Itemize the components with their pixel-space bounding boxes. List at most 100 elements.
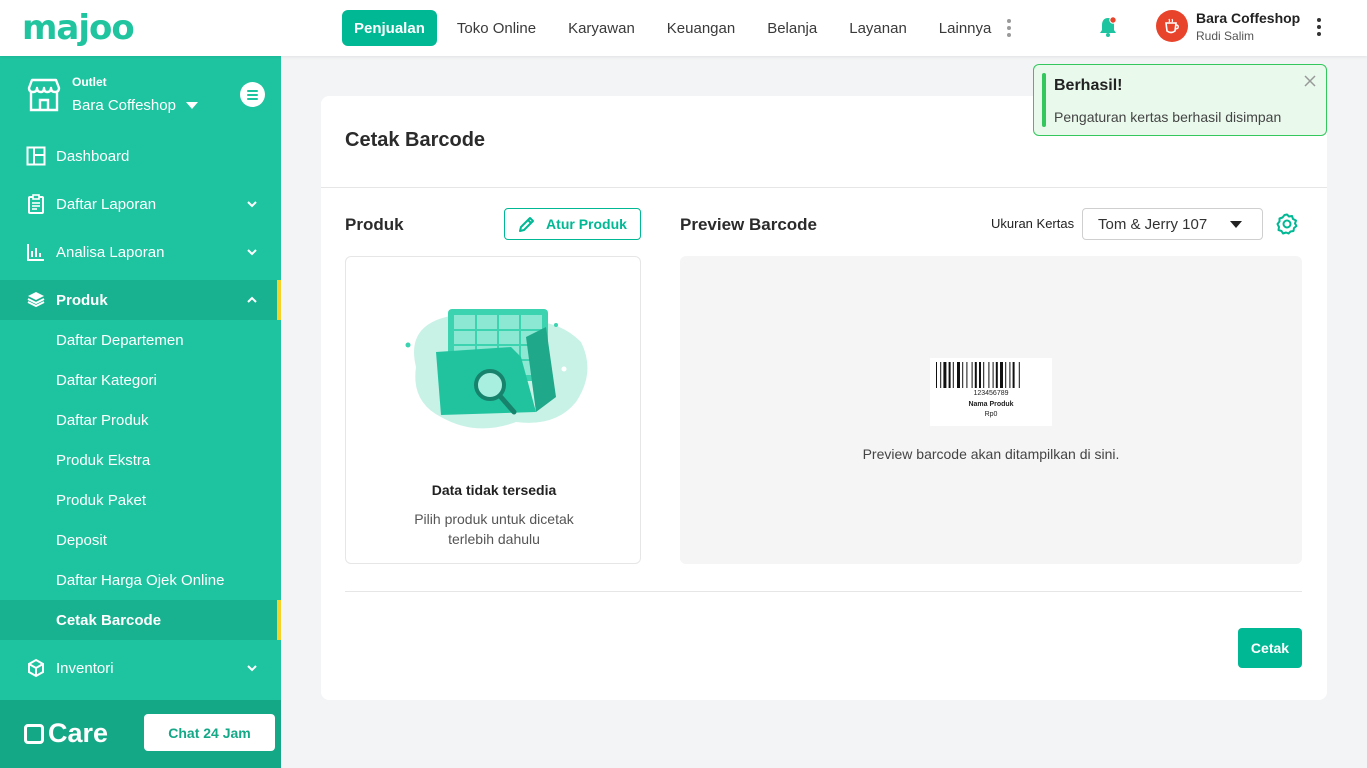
sidebar-subitem-deposit[interactable]: Deposit [0,520,281,560]
bar-chart-icon [27,244,44,261]
close-icon[interactable] [1302,73,1318,89]
sidebar-item-dashboard[interactable]: Dashboard [0,136,281,176]
toast-accent-bar [1042,73,1046,127]
nav-toko-online[interactable]: Toko Online [445,10,548,46]
sidebar-subitem-daftar-departemen[interactable]: Daftar Departemen [0,320,281,360]
majoo-logo[interactable]: majoo [22,8,135,48]
page-title: Cetak Barcode [345,129,486,151]
barcode-stripe [988,362,990,388]
sidebar: Outlet Bara Coffeshop Dashboard Daftar L… [0,56,281,768]
pencil-icon [519,217,535,232]
barcode-product-name: Nama Produk [968,401,1014,408]
gear-icon[interactable] [1276,213,1298,235]
produk-section-title: Produk [345,215,404,234]
care-footer: Care Chat 24 Jam [0,700,281,768]
sidebar-subitem-produk-paket[interactable]: Produk Paket [0,480,281,520]
barcode-stripe [948,362,951,388]
more-vertical-icon[interactable] [1003,16,1015,40]
sidebar-item-daftar-laporan[interactable]: Daftar Laporan [0,184,281,224]
nav-layanan[interactable]: Layanan [837,10,919,46]
empty-state-title: Data tidak tersedia [431,482,557,498]
sidebar-item-label: Produk [56,291,108,309]
chat-24-jam-button[interactable]: Chat 24 Jam [144,714,275,751]
preview-section-title: Preview Barcode [680,215,818,234]
box-icon [27,292,45,308]
barcode-stripe [1018,362,1020,388]
sidebar-item-produk[interactable]: Produk [0,280,281,320]
success-toast: Berhasil! Pengaturan kertas berhasil dis… [1033,64,1327,136]
care-logo: Care [24,718,108,749]
barcode-stripe [940,362,942,388]
sidebar-subitem-cetak-barcode[interactable]: Cetak Barcode [0,600,281,640]
sidebar-item-label: Inventori [56,659,114,677]
preview-placeholder-text: Preview barcode akan ditampilkan di sini… [862,446,1120,462]
caret-down-icon [185,102,198,109]
barcode-graphic [936,362,1020,388]
barcode-sample: 123456789 Nama Produk Rp0 [930,358,1052,426]
sidebar-subitem-daftar-produk[interactable]: Daftar Produk [0,400,281,440]
sidebar-item-inventori[interactable]: Inventori [0,648,281,688]
caret-down-icon [1230,221,1242,228]
coffee-cup-icon [1165,18,1179,34]
empty-state-box: Data tidak tersedia Pilih produk untuk d… [345,256,641,564]
outlet-label: Outlet [72,75,107,89]
barcode-stripe [995,362,998,388]
barcode-stripe [952,362,954,388]
barcode-stripe [974,362,977,388]
barcode-number: 123456789 [973,390,1009,397]
chevron-down-icon [247,665,257,672]
sidebar-subitem-produk-ekstra[interactable]: Produk Ekstra [0,440,281,480]
barcode-stripe [1005,362,1007,388]
barcode-preview-area: 123456789 Nama Produk Rp0 Preview barcod… [680,256,1302,564]
barcode-stripe [957,362,960,388]
majoo-m-icon [24,723,44,744]
chevron-up-icon [247,296,257,303]
nav-penjualan[interactable]: Penjualan [342,10,437,46]
barcode-stripe [979,362,981,388]
ukuran-kertas-label: Ukuran Kertas [991,216,1075,231]
top-bar: majoo Penjualan Toko Online Karyawan Keu… [0,0,1367,56]
divider [321,187,1327,188]
user-subtitle: Rudi Salim [1196,29,1255,43]
nav-karyawan[interactable]: Karyawan [556,10,647,46]
barcode-stripe [943,362,947,388]
user-more-icon[interactable] [1313,16,1325,38]
nav-lainnya[interactable]: Lainnya [927,10,998,46]
avatar[interactable] [1156,10,1188,42]
nav-keuangan[interactable]: Keuangan [655,10,747,46]
barcode-stripe [962,362,964,388]
empty-folder-illustration [405,309,588,429]
sidebar-item-analisa-laporan[interactable]: Analisa Laporan [0,232,281,272]
top-nav: Penjualan Toko Online Karyawan Keuangan … [342,10,1015,46]
barcode-price: Rp0 [984,411,998,418]
sidebar-subitem-daftar-harga-ojek-online[interactable]: Daftar Harga Ojek Online [0,560,281,600]
chevron-down-icon [247,201,257,208]
ukuran-kertas-select[interactable]: Tom & Jerry 107 [1082,208,1263,240]
cube-icon [28,658,44,678]
store-icon [27,78,61,112]
barcode-stripe [966,362,968,388]
barcode-stripe [1012,362,1015,388]
barcode-stripe [983,362,985,388]
bell-icon[interactable] [1097,16,1119,38]
sidebar-subitem-daftar-kategori[interactable]: Daftar Kategori [0,360,281,400]
sidebar-item-label: Dashboard [56,147,130,165]
barcode-stripe [971,362,973,388]
barcode-stripe [992,362,994,388]
sidebar-item-label: Analisa Laporan [56,243,165,261]
user-name[interactable]: Bara Coffeshop [1196,10,1300,26]
sidebar-item-label: Daftar Laporan [56,195,157,213]
nav-belanja[interactable]: Belanja [755,10,829,46]
main-card: Cetak Barcode Produk Atur Produk Data ti… [321,96,1327,700]
outlet-selector[interactable]: Bara Coffeshop [72,97,198,114]
toast-message: Pengaturan kertas berhasil disimpan [1054,109,1282,125]
cetak-button[interactable]: Cetak [1238,628,1302,668]
ukuran-kertas-value: Tom & Jerry 107 [1098,215,1208,233]
barcode-stripe [1000,362,1003,388]
divider [345,591,1302,592]
outlet-menu-icon[interactable] [240,82,265,107]
atur-produk-button[interactable]: Atur Produk [504,208,641,240]
outlet-name: Bara Coffeshop [72,97,176,114]
chevron-down-icon [247,249,257,256]
barcode-stripe [936,362,937,388]
